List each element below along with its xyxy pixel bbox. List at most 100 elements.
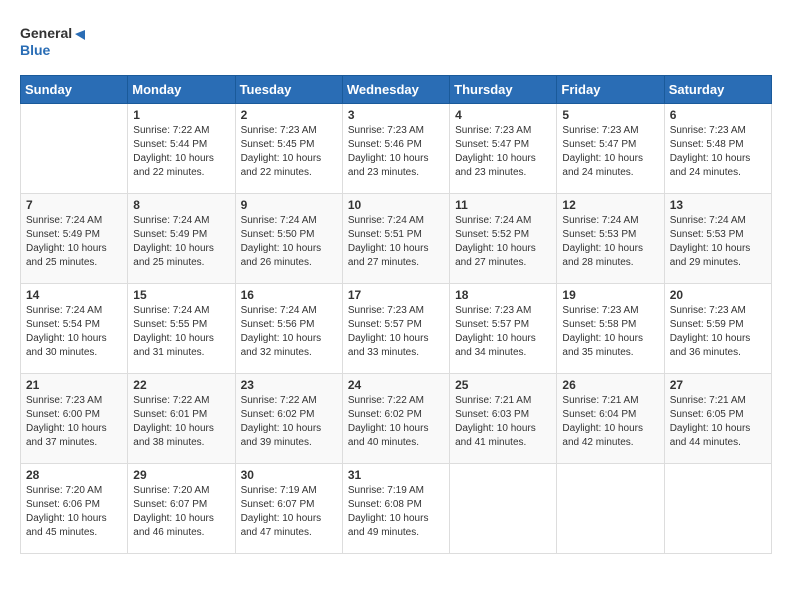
day-number: 11 (455, 198, 551, 212)
calendar-cell (21, 104, 128, 194)
day-number: 22 (133, 378, 229, 392)
day-number: 3 (348, 108, 444, 122)
calendar-cell (557, 464, 664, 554)
calendar-cell: 29Sunrise: 7:20 AM Sunset: 6:07 PM Dayli… (128, 464, 235, 554)
calendar-cell: 26 Sunrise: 7:21 AM Sunset: 6:04 PM Dayli… (557, 374, 664, 464)
day-info: Sunrise: 7:19 AM Sunset: 6:08 PM Dayligh… (348, 484, 444, 540)
day-info: Sunrise: 7:21 AM Sunset: 6:03 PM Dayligh… (455, 394, 551, 450)
week-row-1: 1 Sunrise: 7:22 AM Sunset: 5:44 PM Daylig… (21, 104, 772, 194)
calendar-cell: 5 Sunrise: 7:23 AM Sunset: 5:47 PM Daylig… (557, 104, 664, 194)
day-info: Sunrise: 7:22 AM Sunset: 6:02 PM Dayligh… (348, 394, 444, 450)
calendar-cell: 1 Sunrise: 7:22 AM Sunset: 5:44 PM Daylig… (128, 104, 235, 194)
calendar-cell: 16 Sunrise: 7:24 AM Sunset: 5:56 PM Dayli… (235, 284, 342, 374)
day-info: Sunrise: 7:22 AM Sunset: 5:44 PM Dayligh… (133, 124, 229, 180)
day-number: 8 (133, 198, 229, 212)
page-header: General Blue (20, 20, 772, 65)
calendar-cell: 7 Sunrise: 7:24 AM Sunset: 5:49 PM Daylig… (21, 194, 128, 284)
day-number: 12 (562, 198, 658, 212)
day-number: 29 (133, 468, 229, 482)
calendar-cell: 8 Sunrise: 7:24 AM Sunset: 5:49 PM Daylig… (128, 194, 235, 284)
week-row-4: 21 Sunrise: 7:23 AM Sunset: 6:00 PM Dayli… (21, 374, 772, 464)
svg-text:General: General (20, 25, 72, 41)
calendar-cell: 10 Sunrise: 7:24 AM Sunset: 5:51 PM Dayli… (342, 194, 449, 284)
day-number: 9 (241, 198, 337, 212)
day-info: Sunrise: 7:23 AM Sunset: 5:47 PM Dayligh… (562, 124, 658, 180)
day-number: 15 (133, 288, 229, 302)
day-info: Sunrise: 7:23 AM Sunset: 5:46 PM Dayligh… (348, 124, 444, 180)
day-header-thursday: Thursday (450, 76, 557, 104)
day-number: 4 (455, 108, 551, 122)
day-number: 25 (455, 378, 551, 392)
day-number: 13 (670, 198, 766, 212)
day-number: 31 (348, 468, 444, 482)
day-info: Sunrise: 7:24 AM Sunset: 5:52 PM Dayligh… (455, 214, 551, 270)
day-info: Sunrise: 7:22 AM Sunset: 6:02 PM Dayligh… (241, 394, 337, 450)
week-row-5: 28 Sunrise: 7:20 AM Sunset: 6:06 PM Dayli… (21, 464, 772, 554)
day-info: Sunrise: 7:24 AM Sunset: 5:50 PM Dayligh… (241, 214, 337, 270)
day-header-sunday: Sunday (21, 76, 128, 104)
calendar-cell: 13 Sunrise: 7:24 AM Sunset: 5:53 PM Dayli… (664, 194, 771, 284)
calendar-cell: 28 Sunrise: 7:20 AM Sunset: 6:06 PM Dayli… (21, 464, 128, 554)
day-info: Sunrise: 7:24 AM Sunset: 5:53 PM Dayligh… (670, 214, 766, 270)
calendar-cell: 22 Sunrise: 7:22 AM Sunset: 6:01 PM Dayli… (128, 374, 235, 464)
calendar-cell: 11 Sunrise: 7:24 AM Sunset: 5:52 PM Dayli… (450, 194, 557, 284)
day-header-tuesday: Tuesday (235, 76, 342, 104)
day-info: Sunrise: 7:24 AM Sunset: 5:49 PM Dayligh… (26, 214, 122, 270)
calendar-cell: 20 Sunrise: 7:23 AM Sunset: 5:59 PM Dayli… (664, 284, 771, 374)
calendar-cell: 3 Sunrise: 7:23 AM Sunset: 5:46 PM Daylig… (342, 104, 449, 194)
day-info: Sunrise: 7:23 AM Sunset: 5:58 PM Dayligh… (562, 304, 658, 360)
day-number: 2 (241, 108, 337, 122)
days-of-week-row: SundayMondayTuesdayWednesdayThursdayFrid… (21, 76, 772, 104)
calendar-cell: 19 Sunrise: 7:23 AM Sunset: 5:58 PM Dayli… (557, 284, 664, 374)
day-number: 20 (670, 288, 766, 302)
day-info: Sunrise: 7:24 AM Sunset: 5:56 PM Dayligh… (241, 304, 337, 360)
day-info: Sunrise: 7:24 AM Sunset: 5:51 PM Dayligh… (348, 214, 444, 270)
calendar-cell: 15Sunrise: 7:24 AM Sunset: 5:55 PM Dayli… (128, 284, 235, 374)
day-info: Sunrise: 7:23 AM Sunset: 5:59 PM Dayligh… (670, 304, 766, 360)
day-info: Sunrise: 7:23 AM Sunset: 5:57 PM Dayligh… (455, 304, 551, 360)
calendar-cell (664, 464, 771, 554)
calendar-cell: 4 Sunrise: 7:23 AM Sunset: 5:47 PM Daylig… (450, 104, 557, 194)
day-number: 16 (241, 288, 337, 302)
day-info: Sunrise: 7:21 AM Sunset: 6:04 PM Dayligh… (562, 394, 658, 450)
day-number: 24 (348, 378, 444, 392)
day-number: 18 (455, 288, 551, 302)
day-number: 26 (562, 378, 658, 392)
svg-text:Blue: Blue (20, 42, 51, 58)
day-info: Sunrise: 7:24 AM Sunset: 5:54 PM Dayligh… (26, 304, 122, 360)
calendar-cell: 27Sunrise: 7:21 AM Sunset: 6:05 PM Dayli… (664, 374, 771, 464)
day-number: 1 (133, 108, 229, 122)
calendar-cell: 25 Sunrise: 7:21 AM Sunset: 6:03 PM Dayli… (450, 374, 557, 464)
day-info: Sunrise: 7:23 AM Sunset: 5:57 PM Dayligh… (348, 304, 444, 360)
calendar-cell: 23 Sunrise: 7:22 AM Sunset: 6:02 PM Dayli… (235, 374, 342, 464)
day-info: Sunrise: 7:23 AM Sunset: 5:48 PM Dayligh… (670, 124, 766, 180)
day-info: Sunrise: 7:24 AM Sunset: 5:49 PM Dayligh… (133, 214, 229, 270)
calendar-cell: 2 Sunrise: 7:23 AM Sunset: 5:45 PM Daylig… (235, 104, 342, 194)
logo-svg: General Blue (20, 20, 90, 65)
day-number: 23 (241, 378, 337, 392)
day-number: 14 (26, 288, 122, 302)
day-info: Sunrise: 7:22 AM Sunset: 6:01 PM Dayligh… (133, 394, 229, 450)
day-info: Sunrise: 7:20 AM Sunset: 6:06 PM Dayligh… (26, 484, 122, 540)
day-number: 28 (26, 468, 122, 482)
day-header-saturday: Saturday (664, 76, 771, 104)
calendar-cell: 31 Sunrise: 7:19 AM Sunset: 6:08 PM Dayli… (342, 464, 449, 554)
day-info: Sunrise: 7:23 AM Sunset: 5:45 PM Dayligh… (241, 124, 337, 180)
day-info: Sunrise: 7:23 AM Sunset: 5:47 PM Dayligh… (455, 124, 551, 180)
logo: General Blue (20, 20, 90, 65)
day-number: 7 (26, 198, 122, 212)
calendar-table: SundayMondayTuesdayWednesdayThursdayFrid… (20, 75, 772, 554)
calendar-cell: 18 Sunrise: 7:23 AM Sunset: 5:57 PM Dayli… (450, 284, 557, 374)
calendar-cell: 12Sunrise: 7:24 AM Sunset: 5:53 PM Dayli… (557, 194, 664, 284)
day-number: 27 (670, 378, 766, 392)
day-number: 17 (348, 288, 444, 302)
day-number: 19 (562, 288, 658, 302)
day-number: 21 (26, 378, 122, 392)
day-info: Sunrise: 7:23 AM Sunset: 6:00 PM Dayligh… (26, 394, 122, 450)
calendar-cell: 9 Sunrise: 7:24 AM Sunset: 5:50 PM Daylig… (235, 194, 342, 284)
calendar-cell: 6Sunrise: 7:23 AM Sunset: 5:48 PM Daylig… (664, 104, 771, 194)
day-number: 5 (562, 108, 658, 122)
day-info: Sunrise: 7:19 AM Sunset: 6:07 PM Dayligh… (241, 484, 337, 540)
day-number: 10 (348, 198, 444, 212)
calendar-cell: 24 Sunrise: 7:22 AM Sunset: 6:02 PM Dayli… (342, 374, 449, 464)
